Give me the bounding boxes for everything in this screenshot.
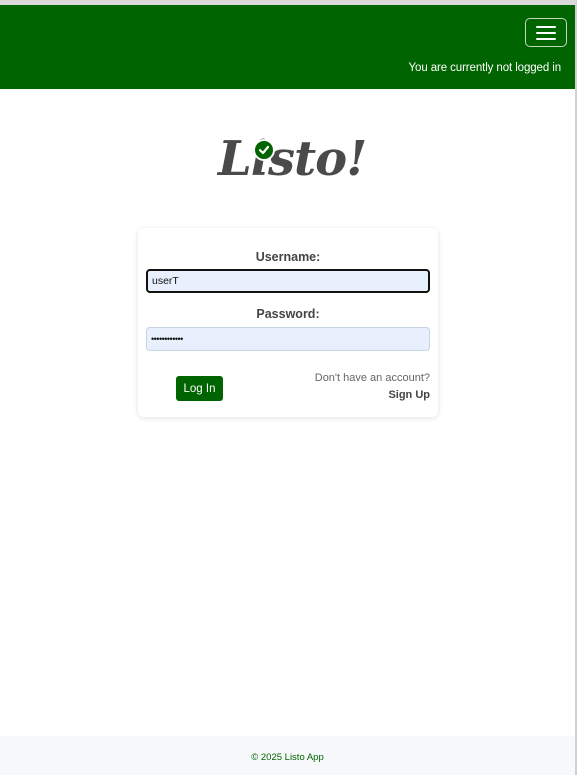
footer-copyright: © 2025 Listo App: [251, 752, 324, 763]
password-input[interactable]: [146, 327, 430, 351]
hamburger-menu-icon[interactable]: [525, 18, 567, 47]
login-card: Username: Password: Log In Don't have an…: [138, 228, 438, 417]
top-navbar: You are currently not logged in: [0, 5, 575, 89]
login-status-text: You are currently not logged in: [408, 62, 562, 74]
username-label: Username:: [255, 250, 321, 264]
app-logo: Listo!: [218, 125, 367, 187]
login-button[interactable]: Log In: [176, 376, 223, 401]
password-label: Password:: [256, 307, 320, 321]
signup-link[interactable]: Sign Up: [388, 389, 430, 401]
checkmark-circle-icon: [253, 139, 275, 161]
username-input[interactable]: [146, 269, 430, 293]
page-footer: © 2025 Listo App: [0, 736, 575, 775]
signup-prompt-text: Don't have an account?: [314, 372, 430, 384]
logo-text: Listo!: [218, 131, 367, 187]
